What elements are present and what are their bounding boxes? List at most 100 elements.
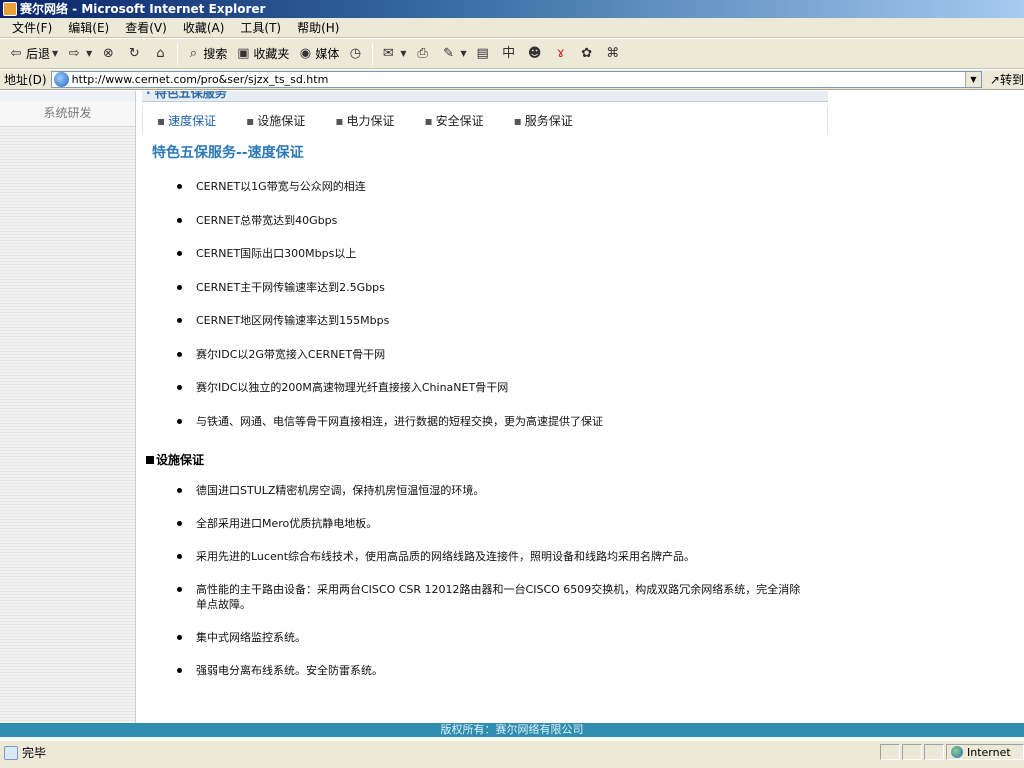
media-icon: ◉	[299, 45, 312, 61]
menu-tools[interactable]: 工具(T)	[232, 18, 289, 38]
page-footer: 版权所有：赛尔网络有限公司	[0, 723, 1024, 737]
extra-tool-button[interactable]: ✿	[575, 42, 601, 66]
address-bar: 地址(D) ▼ ↗转到	[0, 70, 1024, 90]
back-label: 后退	[26, 47, 51, 61]
bullet-dot-icon	[177, 668, 182, 673]
status-pane	[880, 744, 900, 760]
left-sidebar: 系统研发	[0, 91, 136, 723]
list-item-text: 采用先进的Lucent综合布线技术，使用高品质的网络线路及连接件，照明设备和线路…	[196, 550, 696, 563]
subnav-facility[interactable]: ▪ 设施保证	[246, 112, 305, 129]
forward-dropdown-icon[interactable]: ▼	[86, 49, 92, 58]
toolbar-separator	[177, 42, 179, 65]
list-item: 德国进口STULZ精密机房空调，保持机房恒温恒湿的环境。	[168, 483, 808, 498]
search-icon: ⌕	[189, 45, 197, 61]
home-icon: ⌂	[156, 45, 165, 61]
stop-button[interactable]: ⊗	[96, 42, 122, 66]
menu-view[interactable]: 查看(V)	[117, 18, 175, 38]
home-button[interactable]: ⌂	[148, 42, 174, 66]
mail-dropdown-icon[interactable]: ▼	[400, 49, 406, 58]
favorites-button[interactable]: ▣ 收藏夹	[231, 42, 293, 66]
bullet-dot-icon	[177, 488, 182, 493]
print-icon: ⎙	[417, 45, 428, 61]
menu-favorites[interactable]: 收藏(A)	[175, 18, 233, 38]
encoding-button[interactable]: 中	[497, 42, 523, 66]
chinese-char-icon: 中	[502, 45, 516, 61]
discuss-button[interactable]: ▤	[471, 42, 497, 66]
research-button[interactable]: ⌘	[601, 42, 627, 66]
subnav-label: 电力保证	[346, 114, 395, 128]
toolbar-separator	[372, 42, 374, 65]
bullet-icon: ▪	[335, 114, 344, 128]
list-item: 赛尔IDC以2G带宽接入CERNET骨干网	[168, 347, 808, 381]
media-button[interactable]: ◉ 媒体	[293, 42, 343, 66]
discuss-icon: ▤	[476, 45, 489, 61]
list-item: CERNET地区网传输速率达到155Mbps	[168, 313, 808, 347]
list-item-text: 强弱电分离布线系统。安全防雷系统。	[196, 664, 383, 677]
subnav-speed[interactable]: ▪ 速度保证	[157, 112, 216, 129]
search-label: 搜索	[203, 47, 228, 61]
forward-button[interactable]: ⇨ ▼	[62, 42, 96, 66]
messenger-button[interactable]: ☻	[523, 42, 549, 66]
mail-icon: ✉	[382, 45, 394, 61]
edit-icon: ✎	[443, 45, 454, 61]
mail-button[interactable]: ✉ ▼	[376, 42, 410, 66]
bullet-dot-icon	[177, 217, 182, 223]
subnav-power[interactable]: ▪ 电力保证	[335, 112, 394, 129]
tool-icon: ✿	[581, 45, 593, 61]
messenger-icon: ☻	[527, 45, 542, 61]
list-item-text: 全部采用进口Mero优质抗静电地板。	[196, 517, 378, 530]
list-item: CERNET主干网传输速率达到2.5Gbps	[168, 280, 808, 314]
page-done-icon	[4, 745, 18, 760]
bullet-dot-icon	[177, 385, 182, 390]
address-field[interactable]: ▼	[50, 71, 982, 88]
menu-bar: 文件(F) 编辑(E) 查看(V) 收藏(A) 工具(T) 帮助(H)	[0, 18, 1024, 38]
favorites-label: 收藏夹	[253, 47, 290, 61]
edit-button[interactable]: ✎ ▼	[437, 42, 471, 66]
window-title-bar[interactable]: 赛尔网络 - Microsoft Internet Explorer	[0, 0, 1024, 18]
menu-help[interactable]: 帮助(H)	[289, 18, 347, 38]
print-button[interactable]: ⎙	[411, 42, 437, 66]
bullet-dot-icon	[177, 284, 182, 290]
menu-file[interactable]: 文件(F)	[4, 18, 60, 38]
back-arrow-icon: ⇦	[10, 45, 22, 61]
list-item: 采用先进的Lucent综合布线技术，使用高品质的网络线路及连接件，照明设备和线路…	[168, 549, 808, 564]
history-button[interactable]: ◷	[343, 42, 369, 66]
list-item: 与铁通、网通、电信等骨干网直接相连，进行数据的短程交换，更为高速提供了保证	[168, 414, 808, 448]
favorites-folder-icon: ▣	[237, 45, 250, 61]
facility-section-label: 设施保证	[156, 453, 205, 467]
list-item-text: CERNET总带宽达到40Gbps	[196, 213, 338, 227]
address-dropdown-icon[interactable]: ▼	[964, 72, 981, 87]
list-item-text: 德国进口STULZ精密机房空调，保持机房恒温恒湿的环境。	[196, 484, 485, 497]
subnav-service[interactable]: ▪ 服务保证	[514, 112, 573, 129]
history-icon: ◷	[349, 45, 362, 61]
search-button[interactable]: ⌕ 搜索	[181, 42, 231, 66]
address-input[interactable]	[71, 72, 952, 87]
menu-edit[interactable]: 编辑(E)	[60, 18, 117, 38]
window-title: 赛尔网络 - Microsoft Internet Explorer	[20, 2, 266, 16]
back-button[interactable]: ⇦ 后退 ▼	[4, 42, 62, 66]
security-zone[interactable]: Internet	[946, 744, 1024, 760]
edit-dropdown-icon[interactable]: ▼	[461, 49, 467, 58]
page-content: 系统研发 · 特色五保服务 ▪ 速度保证 ▪ 设施保证 ▪ 电力保证 ▪ 安全保证 ▪ 服…	[0, 91, 1024, 723]
go-arrow-icon: ↗	[989, 73, 1000, 87]
zone-label: Internet	[967, 745, 1011, 759]
list-item-text: 集中式网络监控系统。	[196, 631, 306, 644]
main-panel: · 特色五保服务 ▪ 速度保证 ▪ 设施保证 ▪ 电力保证 ▪ 安全保证 ▪ 服务保证 特…	[140, 91, 1020, 723]
subnav-security[interactable]: ▪ 安全保证	[424, 112, 483, 129]
sidebar-item-system-rd[interactable]: 系统研发	[0, 101, 135, 127]
plugin-button[interactable]: ɤ	[549, 42, 575, 66]
status-bar: 完毕 Internet	[0, 740, 1024, 768]
go-button[interactable]: ↗转到	[990, 71, 1024, 88]
research-icon: ⌘	[606, 45, 620, 61]
bullet-dot-icon	[177, 251, 182, 256]
bullet-dot-icon	[177, 635, 182, 640]
go-label: 转到	[999, 73, 1024, 87]
list-item: 全部采用进口Mero优质抗静电地板。	[168, 516, 808, 531]
bullet-dot-icon	[177, 418, 182, 424]
bullet-icon: ▪	[157, 114, 166, 128]
back-dropdown-icon[interactable]: ▼	[52, 49, 58, 58]
list-item: CERNET总带宽达到40Gbps	[168, 213, 808, 247]
page-icon	[53, 72, 69, 87]
list-item-text: 赛尔IDC以独立的200M高速物理光纤直接接入ChinaNET骨干网	[196, 381, 509, 394]
refresh-button[interactable]: ↻	[122, 42, 148, 66]
